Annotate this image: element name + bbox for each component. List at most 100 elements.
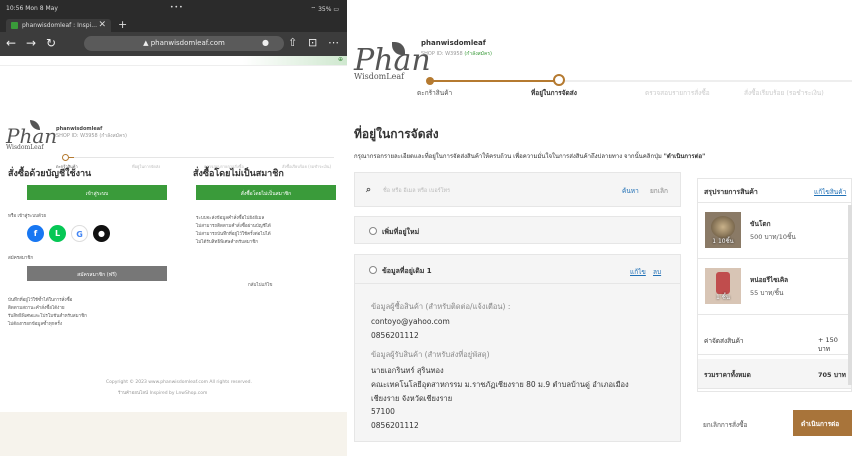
- copyright: Copyright © 2023 www.phanwisdomleaf.com …: [106, 380, 252, 385]
- line-icon[interactable]: L: [49, 225, 66, 242]
- benefit-item: ไม่ต้องกรอกข้อมูลซ้ำทุกครั้ง: [8, 322, 63, 327]
- page-title: ที่อยู่ในการจัดส่ง: [354, 127, 439, 141]
- back-link[interactable]: กลับไปแก้ไข: [248, 281, 272, 288]
- total-row: รวมราคาทั้งหมด 705 บาท: [698, 359, 851, 389]
- benefit-item: รับสิทธิพิเศษและโปรโมชันสำหรับสมาชิก: [8, 314, 87, 319]
- new-address-label: เพิ่มที่อยู่ใหม่: [382, 228, 420, 236]
- reload-icon[interactable]: ↻: [46, 36, 56, 50]
- step-dot-current: [553, 74, 565, 86]
- status-time: 10:56 Mon 8 May: [6, 5, 58, 12]
- summary-item[interactable]: 1 10ชิ้น ขันโตก 500 บาท/10ชิ้น: [698, 203, 851, 259]
- forward-icon[interactable]: →: [26, 36, 36, 50]
- shop-logo[interactable]: Phan WisdomLeaf: [6, 120, 57, 151]
- guest-title: สั่งซื้อโดยไม่เป็นสมาชิก: [193, 169, 284, 179]
- new-tab-icon[interactable]: +: [118, 18, 127, 31]
- tab-bar: phanwisdomleaf : Inspi... ✕ +: [0, 18, 347, 32]
- item-price: 500 บาท/10ชิ้น: [750, 233, 796, 241]
- contact-email: contoyo@yahoo.com: [371, 317, 450, 326]
- item-quantity: 1 10ชิ้น: [712, 238, 734, 245]
- shipping-label: ข้อมูลผู้รับสินค้า (สำหรับส่งที่อยู่พัสด…: [371, 350, 490, 359]
- status-dots: •••: [170, 4, 184, 11]
- summary-header: สรุปรายการสินค้า แก้ไขสินค้า: [698, 179, 851, 203]
- mic-icon[interactable]: ●: [262, 38, 269, 47]
- step-review: ตรวจสอบรายการสั่งซื้อ: [645, 89, 710, 97]
- top-strip: ⊕: [0, 56, 347, 66]
- search-icon: ⌕: [366, 185, 372, 195]
- register-button[interactable]: สมัครสมาชิก (ฟรี): [27, 266, 167, 281]
- contact-label: ข้อมูลผู้ซื้อสินค้า (สำหรับติดต่อ/แจ้งเต…: [371, 302, 511, 311]
- url-field[interactable]: ▲ phanwisdomleaf.com: [84, 36, 284, 51]
- address-zip: 57100: [371, 407, 395, 416]
- contact-phone: 0856201112: [371, 331, 419, 340]
- browser-tab[interactable]: phanwisdomleaf : Inspi... ✕: [6, 19, 111, 32]
- footer-links[interactable]: ร้านค้าออนไลน์ Inspired by LnwShop.com: [118, 389, 207, 396]
- google-icon[interactable]: G: [71, 225, 88, 242]
- scrollbar[interactable]: [848, 205, 852, 385]
- shop-id: SHOP ID: W3958 (กำลังสมัคร): [421, 51, 492, 57]
- edit-items-link[interactable]: แก้ไขสินค้า: [814, 187, 846, 197]
- benefit-item: บันทึกที่อยู่ไว้ใช้ซ้ำได้ในการสั่งซื้อ: [8, 298, 73, 303]
- saved-address-label: ข้อมูลที่อยู่เดิม 1: [382, 267, 432, 275]
- clear-search-button[interactable]: ยกเลิก: [650, 186, 668, 196]
- shipping-row: ค่าจัดส่งสินค้า + 150 บาท: [698, 325, 851, 355]
- shop-info: phanwisdomleaf SHOP ID: W3958 (กำลังสมัค…: [421, 39, 492, 58]
- item-name: ขันโตก: [750, 220, 771, 228]
- status-bar: 10:56 Mon 8 May ••• ⌔ 35% ▭: [0, 0, 347, 18]
- saved-address-card: ข้อมูลที่อยู่เดิม 1 แก้ไข ลบ ข้อมูลผู้ซื…: [354, 254, 681, 442]
- back-icon[interactable]: ←: [6, 36, 16, 50]
- new-address-option[interactable]: เพิ่มที่อยู่ใหม่: [354, 216, 681, 244]
- search-input[interactable]: ชื่อ หรือ อีเมล หรือ เบอร์โทร: [383, 187, 450, 195]
- new-address-radio[interactable]: [369, 227, 377, 235]
- saved-address-radio[interactable]: [369, 266, 377, 274]
- more-icon[interactable]: ⋯: [328, 36, 339, 49]
- step-cart[interactable]: ตะกร้าสินค้า: [417, 88, 452, 98]
- guest-note: ไม่สามารถติดตามคำสั่งซื้อผ่านบัญชีได้: [196, 224, 271, 229]
- shop-name: phanwisdomleaf SHOP ID: W3958 (กำลังสมัค…: [56, 126, 127, 139]
- search-button[interactable]: ค้นหา: [622, 186, 639, 196]
- guest-checkout-button[interactable]: สั่งซื้อโดยไม่เป็นสมาชิก: [196, 185, 336, 200]
- facebook-icon[interactable]: f: [27, 225, 44, 242]
- cancel-order-link[interactable]: ยกเลิกการสั่งซื้อ: [703, 420, 747, 430]
- login-button[interactable]: เข้าสู่ระบบ: [27, 185, 167, 200]
- total-label: รวมราคาทั้งหมด: [704, 371, 751, 379]
- step-dot: [62, 154, 69, 161]
- summary-item[interactable]: 1 ชิ้น หน่อยรีไซเคิล 55 บาท/ชิ้น: [698, 259, 851, 315]
- site-favicon-icon: [11, 22, 18, 29]
- summary-title: สรุปรายการสินค้า: [704, 188, 758, 196]
- apple-icon[interactable]: ●: [93, 225, 110, 242]
- proceed-button[interactable]: ดำเนินการต่อ: [793, 410, 852, 436]
- item-name: หน่อยรีไซเคิล: [750, 276, 789, 284]
- checkout-steps: ตะกร้าสินค้า ที่อยู่ในการจัดส่ง ตรวจสอบร…: [417, 70, 852, 100]
- social-login-label: หรือ เข้าสู่ระบบด้วย: [8, 214, 47, 219]
- tabs-icon[interactable]: ⊡: [308, 36, 317, 49]
- edit-address-link[interactable]: แก้ไข: [630, 267, 646, 277]
- item-quantity: 1 ชิ้น: [716, 294, 730, 301]
- desktop-checkout-page: Phan WisdomLeaf phanwisdomleaf SHOP ID: …: [347, 0, 852, 456]
- close-tab-icon[interactable]: ✕: [98, 20, 106, 30]
- saved-address-header[interactable]: ข้อมูลที่อยู่เดิม 1 แก้ไข ลบ: [355, 255, 680, 284]
- product-thumbnail: 1 ชิ้น: [705, 268, 741, 304]
- address-bar: ← → ↻ ▲ phanwisdomleaf.com ● ⇧ ⊡ ⋯: [0, 32, 347, 56]
- address-search: ⌕ ชื่อ หรือ อีเมล หรือ เบอร์โทร ค้นหา ยก…: [354, 172, 681, 207]
- footer-band: [0, 412, 347, 456]
- step-label: ที่อยู่ในการจัดส่ง: [132, 164, 161, 169]
- step-address: ที่อยู่ในการจัดส่ง: [531, 89, 577, 97]
- item-price: 55 บาท/ชิ้น: [750, 289, 784, 297]
- order-summary: สรุปรายการสินค้า แก้ไขสินค้า 1 10ชิ้น ขั…: [697, 178, 852, 392]
- step-complete: สั่งซื้อเรียบร้อย (รอชำระเงิน): [744, 89, 824, 97]
- share-icon[interactable]: ⇧: [288, 36, 297, 49]
- shop-name: phanwisdomleaf: [421, 39, 486, 47]
- step-dot-done: [426, 77, 434, 85]
- tab-title: phanwisdomleaf : Inspi...: [22, 22, 97, 29]
- page-description: กรุณากรอกรายละเอียดและที่อยู่ในการจัดส่ง…: [354, 153, 706, 160]
- register-label: สมัครสมาชิก: [8, 256, 34, 261]
- address-line1: คณะเทคโนโลยีอุตสาหกรรม ม.ราชภัฏเชียงราย …: [371, 380, 629, 389]
- benefit-item: ติดตามสถานะคำสั่งซื้อได้ง่าย: [8, 306, 65, 311]
- shipping-label: ค่าจัดส่งสินค้า: [704, 337, 744, 345]
- recipient-phone: 0856201112: [371, 421, 419, 430]
- member-title: สั่งซื้อด้วยบัญชีใช้งาน: [8, 169, 92, 179]
- delete-address-link[interactable]: ลบ: [653, 267, 661, 277]
- recipient-name: นายเอกรินทร์ สุรินทอง: [371, 366, 444, 375]
- product-thumbnail: 1 10ชิ้น: [705, 212, 741, 248]
- guest-note: ไม่ได้รับสิทธิพิเศษสำหรับสมาชิก: [196, 240, 259, 245]
